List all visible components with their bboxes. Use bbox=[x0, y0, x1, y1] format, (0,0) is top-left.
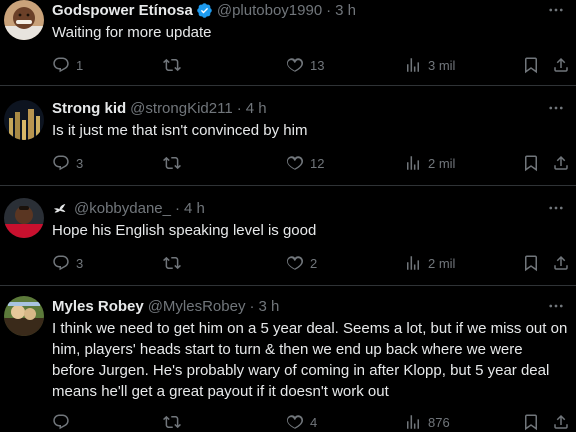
views-button[interactable]: 3 mil bbox=[404, 55, 455, 75]
retweet-button[interactable] bbox=[163, 153, 187, 173]
reply-icon bbox=[53, 255, 69, 271]
like-button[interactable]: 13 bbox=[286, 55, 324, 75]
views-button[interactable]: 876 bbox=[404, 412, 450, 432]
tweet-text: Hope his English speaking level is good bbox=[52, 222, 317, 239]
timestamp[interactable]: 4 h bbox=[246, 100, 267, 117]
author-handle[interactable]: @kobbydane_ bbox=[74, 200, 171, 217]
like-button[interactable]: 2 bbox=[286, 253, 317, 273]
share-button[interactable] bbox=[552, 412, 570, 432]
author-name[interactable]: Strong kid bbox=[52, 100, 126, 117]
retweet-icon bbox=[163, 156, 181, 170]
separator-dot: · bbox=[249, 297, 255, 315]
bookmark-button[interactable] bbox=[522, 153, 540, 173]
reply-button[interactable]: 1 bbox=[52, 55, 83, 75]
tweet-text: Is it just me that isn't convinced by hi… bbox=[52, 122, 308, 139]
tweet-text: Waiting for more update bbox=[52, 24, 212, 41]
heart-icon bbox=[286, 256, 304, 270]
tweet-text: I think we need to get him on a 5 year d… bbox=[52, 320, 568, 400]
tweet-feed: Godspower Etínosa @plutoboy1990 · 3 h Wa… bbox=[0, 0, 576, 432]
author-handle[interactable]: @MylesRobey bbox=[148, 298, 246, 315]
more-icon[interactable] bbox=[546, 0, 566, 20]
bookmark-icon bbox=[525, 57, 537, 74]
share-icon bbox=[554, 414, 568, 429]
dove-icon bbox=[52, 200, 68, 216]
retweet-button[interactable] bbox=[163, 253, 187, 273]
tweet[interactable]: Myles Robey @MylesRobey · 3 h I think we… bbox=[0, 286, 576, 432]
bookmark-icon bbox=[525, 155, 537, 172]
tweet-actions: 3 12 2 mil bbox=[52, 153, 576, 173]
retweet-button[interactable] bbox=[163, 412, 187, 432]
bookmark-icon bbox=[525, 255, 537, 272]
author-name[interactable]: Myles Robey bbox=[52, 298, 144, 315]
timestamp[interactable]: 4 h bbox=[184, 200, 205, 217]
view-count: 2 mil bbox=[428, 155, 456, 171]
author-handle[interactable]: @plutoboy1990 bbox=[217, 2, 322, 19]
tweet[interactable]: @kobbydane_ · 4 h Hope his English speak… bbox=[0, 186, 576, 286]
views-icon bbox=[407, 256, 419, 270]
bookmark-button[interactable] bbox=[522, 253, 540, 273]
author-handle[interactable]: @strongKid211 bbox=[130, 100, 233, 117]
views-button[interactable]: 2 mil bbox=[404, 153, 455, 173]
share-icon bbox=[554, 57, 568, 72]
reply-count: 3 bbox=[76, 255, 84, 271]
views-icon bbox=[407, 415, 419, 429]
views-icon bbox=[407, 156, 419, 170]
more-icon[interactable] bbox=[546, 296, 566, 316]
view-count: 3 mil bbox=[428, 57, 456, 73]
like-count: 13 bbox=[310, 57, 325, 73]
heart-icon bbox=[286, 58, 304, 72]
retweet-icon bbox=[163, 415, 181, 429]
tweet[interactable]: Strong kid @strongKid211 · 4 h Is it jus… bbox=[0, 86, 576, 186]
tweet-actions: 4 876 bbox=[52, 412, 576, 432]
avatar[interactable] bbox=[4, 296, 44, 336]
author-name[interactable]: Godspower Etínosa bbox=[52, 2, 193, 19]
bookmark-button[interactable] bbox=[522, 412, 540, 432]
tweet-actions: 1 13 3 mil bbox=[52, 55, 576, 75]
like-button[interactable]: 12 bbox=[286, 153, 324, 173]
reply-icon bbox=[53, 414, 69, 430]
views-icon bbox=[407, 58, 419, 72]
share-button[interactable] bbox=[552, 153, 570, 173]
retweet-icon bbox=[163, 58, 181, 72]
like-count: 2 bbox=[310, 255, 318, 271]
like-count: 12 bbox=[310, 155, 325, 171]
reply-button[interactable]: 3 bbox=[52, 153, 83, 173]
view-count: 876 bbox=[428, 414, 450, 430]
avatar[interactable] bbox=[4, 0, 44, 40]
heart-icon bbox=[286, 156, 304, 170]
reply-icon bbox=[53, 57, 69, 73]
more-icon[interactable] bbox=[546, 198, 566, 218]
avatar[interactable] bbox=[4, 100, 44, 140]
separator-dot: · bbox=[174, 199, 180, 217]
bookmark-icon bbox=[525, 414, 537, 431]
reply-count: 1 bbox=[76, 57, 84, 73]
retweet-icon bbox=[163, 256, 181, 270]
share-icon bbox=[554, 155, 568, 170]
share-icon bbox=[554, 255, 568, 270]
retweet-button[interactable] bbox=[163, 55, 187, 75]
timestamp[interactable]: 3 h bbox=[335, 2, 356, 19]
reply-icon bbox=[53, 155, 69, 171]
separator-dot: · bbox=[236, 99, 242, 117]
share-button[interactable] bbox=[552, 253, 570, 273]
separator-dot: · bbox=[326, 1, 332, 19]
more-icon[interactable] bbox=[546, 98, 566, 118]
avatar[interactable] bbox=[4, 198, 44, 238]
reply-button[interactable] bbox=[52, 412, 76, 432]
view-count: 2 mil bbox=[428, 255, 456, 271]
like-button[interactable]: 4 bbox=[286, 412, 317, 432]
reply-button[interactable]: 3 bbox=[52, 253, 83, 273]
tweet-actions: 3 2 2 mil bbox=[52, 253, 576, 273]
timestamp[interactable]: 3 h bbox=[258, 298, 279, 315]
verified-badge-icon bbox=[196, 2, 213, 19]
bookmark-button[interactable] bbox=[522, 55, 540, 75]
reply-count: 3 bbox=[76, 155, 84, 171]
heart-icon bbox=[286, 415, 304, 429]
like-count: 4 bbox=[310, 414, 318, 430]
tweet[interactable]: Godspower Etínosa @plutoboy1990 · 3 h Wa… bbox=[0, 0, 576, 86]
share-button[interactable] bbox=[552, 55, 570, 75]
views-button[interactable]: 2 mil bbox=[404, 253, 455, 273]
